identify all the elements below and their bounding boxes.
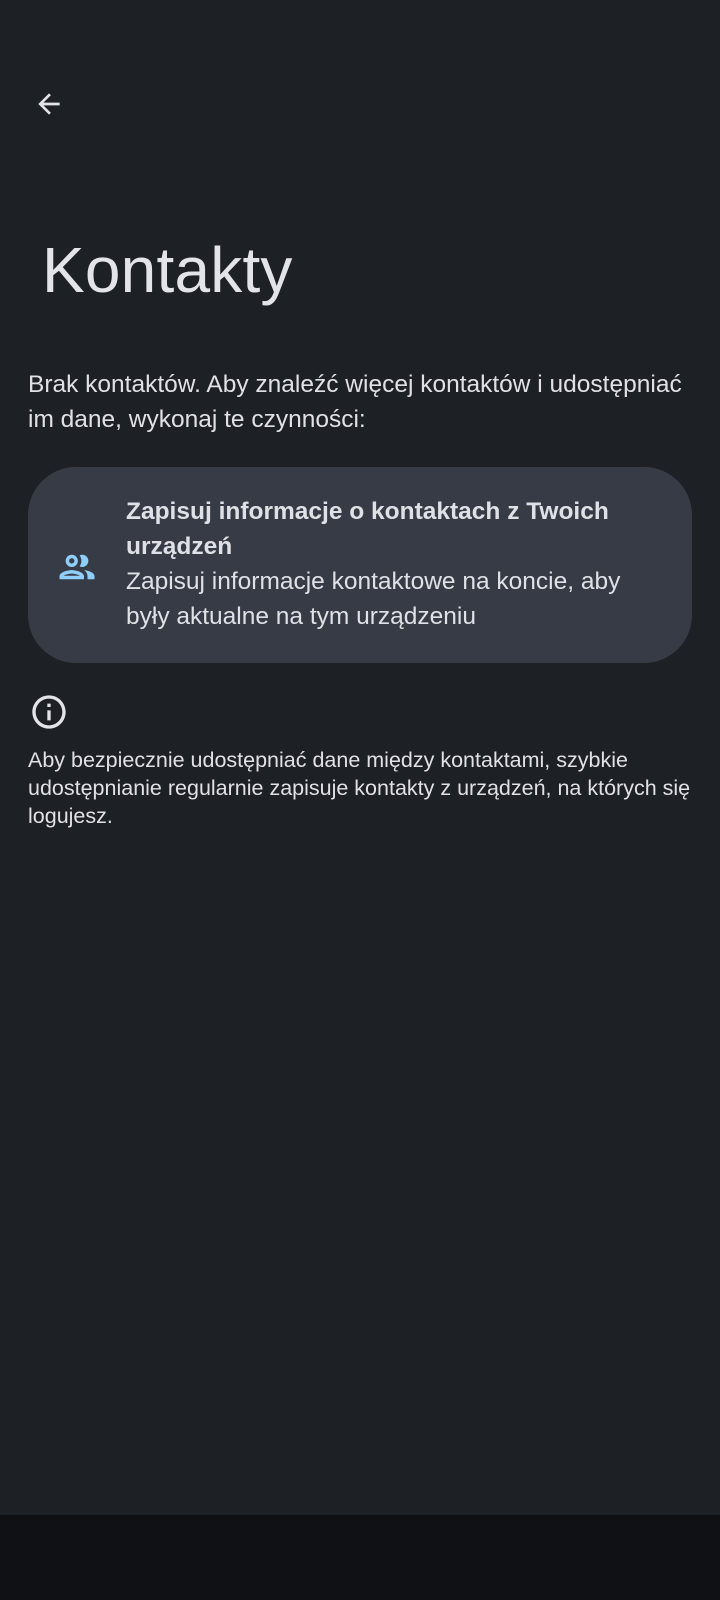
contacts-screen: Kontakty Brak kontaktów. Aby znaleźć wię… [0,0,720,1515]
empty-state-text: Brak kontaktów. Aby znaleźć więcej konta… [28,371,682,433]
save-contacts-card[interactable]: Zapisuj informacje o kontaktach z Twoich… [28,467,692,663]
info-text: Aby bezpiecznie udostępniać dane między … [28,748,691,828]
people-icon [59,554,95,580]
arrow-back-icon [38,93,60,115]
card-title: Zapisuj informacje o kontaktach z Twoich… [126,498,609,560]
card-description: Zapisuj informacje kontaktowe na koncie,… [126,568,621,630]
info-icon [32,695,66,729]
navigation-bar [0,1515,720,1600]
card-text: Zapisuj informacje o kontaktach z Twoich… [126,494,646,634]
back-button[interactable] [19,74,79,134]
page-title: Kontakty [42,234,293,306]
